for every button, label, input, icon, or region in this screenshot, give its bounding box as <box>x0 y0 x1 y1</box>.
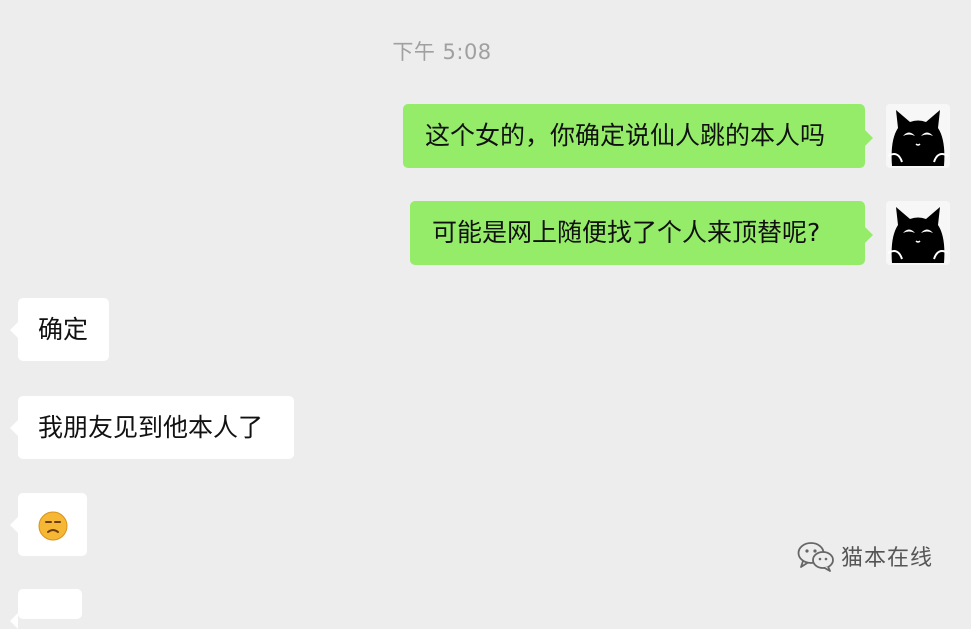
black-cat-avatar-icon[interactable] <box>886 104 950 168</box>
watermark: 猫本在线 <box>797 538 933 574</box>
black-cat-avatar-icon[interactable] <box>886 201 950 265</box>
chat-timestamp: 下午 5:08 <box>392 40 492 64</box>
incoming-message-bubble[interactable]: 确定 <box>10 298 109 361</box>
wechat-logo-icon <box>797 542 834 572</box>
frowning-face-emoji <box>38 511 68 541</box>
incoming-message-bubble-partial[interactable] <box>10 589 82 629</box>
incoming-message-bubble[interactable]: 我朋友见到他本人了 <box>10 396 294 459</box>
outgoing-message-bubble[interactable]: 这个女的，你确定说仙人跳的本人吗 <box>403 104 873 168</box>
outgoing-message-bubble[interactable]: 可能是网上随便找了个人来顶替呢? <box>410 201 873 265</box>
watermark-text: 猫本在线 <box>841 546 934 571</box>
incoming-emoji-bubble[interactable] <box>10 493 87 556</box>
